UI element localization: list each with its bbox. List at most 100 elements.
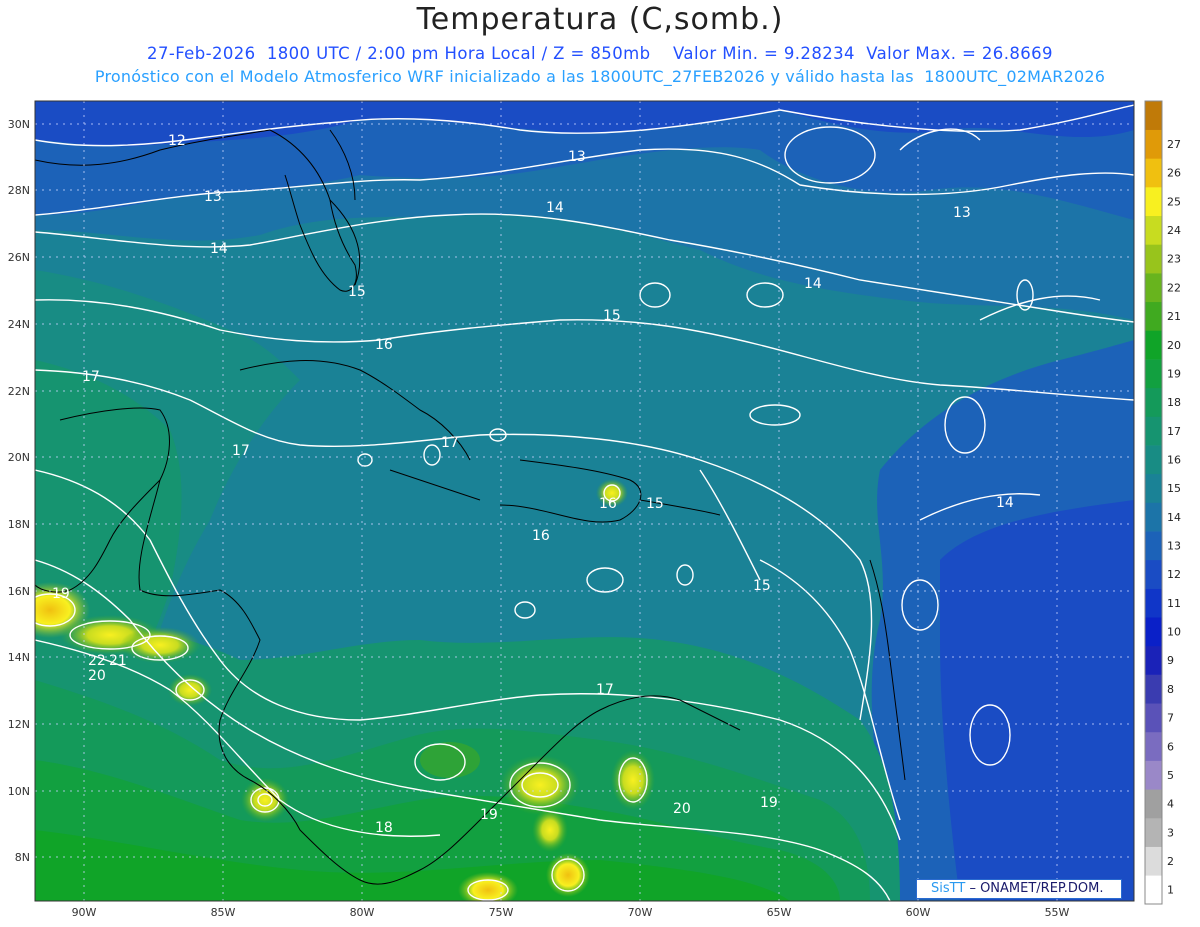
colorbar-label: 19 bbox=[1167, 367, 1181, 380]
colorbar-label: 1 bbox=[1167, 884, 1174, 897]
colorbar: 1234567891011121314151617181920212223242… bbox=[1144, 100, 1181, 905]
colorbar-label: 20 bbox=[1167, 339, 1181, 352]
contour-label: 14 bbox=[804, 276, 822, 292]
lat-ticks: 30N 28N 26N 24N 22N 20N 18N 16N 14N 12N … bbox=[8, 118, 30, 864]
lat-tick: 30N bbox=[8, 118, 30, 131]
lat-tick: 10N bbox=[8, 785, 30, 798]
colorbar-swatch bbox=[1145, 416, 1162, 446]
lon-tick: 80W bbox=[350, 906, 375, 919]
colorbar-swatch bbox=[1145, 559, 1162, 589]
colorbar-swatch bbox=[1145, 588, 1162, 618]
colorbar-swatch bbox=[1145, 502, 1162, 532]
colorbar-label: 14 bbox=[1167, 511, 1181, 524]
colorbar-swatch bbox=[1145, 789, 1162, 819]
contour-label: 17 bbox=[596, 682, 614, 698]
colorbar-swatch bbox=[1145, 158, 1162, 188]
colorbar-swatch bbox=[1145, 846, 1162, 876]
colorbar-label: 16 bbox=[1167, 453, 1181, 466]
colorbar-swatch bbox=[1145, 101, 1162, 130]
lon-ticks: 90W 85W 80W 75W 70W 65W 60W 55W bbox=[72, 906, 1070, 919]
contour-label: 22 bbox=[88, 653, 106, 669]
lat-tick: 24N bbox=[8, 318, 30, 331]
lon-tick: 70W bbox=[628, 906, 653, 919]
colorbar-swatch bbox=[1145, 703, 1162, 733]
colorbar-swatch bbox=[1145, 817, 1162, 847]
lat-tick: 12N bbox=[8, 718, 30, 731]
colorbar-swatch bbox=[1145, 875, 1162, 905]
colorbar-swatch bbox=[1145, 215, 1162, 245]
colorbar-swatch bbox=[1145, 760, 1162, 790]
colorbar-label: 25 bbox=[1167, 195, 1181, 208]
contour-label: 15 bbox=[348, 284, 366, 300]
colorbar-label: 2 bbox=[1167, 855, 1174, 868]
contour-label: 20 bbox=[88, 668, 106, 684]
colorbar-label: 10 bbox=[1167, 626, 1181, 639]
lon-tick: 65W bbox=[767, 906, 792, 919]
colorbar-swatch bbox=[1145, 187, 1162, 217]
lon-tick: 60W bbox=[906, 906, 931, 919]
colorbar-label: 11 bbox=[1167, 597, 1181, 610]
contour-label: 17 bbox=[82, 369, 100, 385]
colorbar-swatch bbox=[1145, 645, 1162, 675]
lat-tick: 28N bbox=[8, 184, 30, 197]
colorbar-swatch bbox=[1145, 674, 1162, 704]
colorbar-label: 15 bbox=[1167, 482, 1181, 495]
lat-tick: 26N bbox=[8, 251, 30, 264]
contour-label: 16 bbox=[599, 496, 617, 512]
contour-label: 18 bbox=[375, 820, 393, 836]
colorbar-label: 8 bbox=[1167, 683, 1174, 696]
contour-label: 17 bbox=[441, 435, 459, 451]
colorbar-label: 6 bbox=[1167, 740, 1174, 753]
contour-label: 16 bbox=[532, 528, 550, 544]
credit-text: – ONAMET/REP.DOM. bbox=[969, 881, 1104, 896]
contour-label: 19 bbox=[480, 807, 498, 823]
contour-label: 19 bbox=[52, 586, 70, 602]
colorbar-label: 17 bbox=[1167, 425, 1181, 438]
contour-label: 16 bbox=[375, 337, 393, 353]
contour-label: 15 bbox=[603, 308, 621, 324]
lat-tick: 16N bbox=[8, 585, 30, 598]
contour-label: 13 bbox=[204, 189, 222, 205]
colorbar-swatch bbox=[1145, 129, 1162, 159]
colorbar-label: 21 bbox=[1167, 310, 1181, 323]
colorbar-swatch bbox=[1145, 330, 1162, 360]
colorbar-label: 5 bbox=[1167, 769, 1174, 782]
contour-label: 19 bbox=[760, 795, 778, 811]
lat-tick: 14N bbox=[8, 651, 30, 664]
contour-label: 14 bbox=[546, 200, 564, 216]
lon-tick: 90W bbox=[72, 906, 97, 919]
colorbar-swatch bbox=[1145, 445, 1162, 475]
lat-tick: 20N bbox=[8, 451, 30, 464]
colorbar-swatch bbox=[1145, 531, 1162, 561]
contour-label: 14 bbox=[210, 241, 228, 257]
colorbar-label: 23 bbox=[1167, 253, 1181, 266]
colorbar-swatch bbox=[1145, 301, 1162, 331]
colorbar-label: 27 bbox=[1167, 138, 1181, 151]
contour-label: 17 bbox=[232, 443, 250, 459]
colorbar-label: 4 bbox=[1167, 798, 1174, 811]
lon-tick: 75W bbox=[489, 906, 514, 919]
contour-label: 14 bbox=[996, 495, 1014, 511]
colorbar-label: 24 bbox=[1167, 224, 1181, 237]
colorbar-label: 22 bbox=[1167, 281, 1181, 294]
contour-label: 12 bbox=[168, 133, 186, 149]
colorbar-label: 7 bbox=[1167, 712, 1174, 725]
colorbar-label: 12 bbox=[1167, 568, 1181, 581]
sistt-logo: SisTT bbox=[931, 881, 966, 896]
contour-label: 13 bbox=[568, 149, 586, 165]
contour-label: 15 bbox=[753, 578, 771, 594]
colorbar-swatch bbox=[1145, 244, 1162, 274]
contour-label: 20 bbox=[673, 801, 691, 817]
colorbar-swatch bbox=[1145, 731, 1162, 761]
colorbar-label: 9 bbox=[1167, 654, 1174, 667]
colorbar-swatch bbox=[1145, 473, 1162, 503]
colorbar-swatch bbox=[1145, 387, 1162, 417]
contour-label: 21 bbox=[109, 653, 127, 669]
lat-tick: 8N bbox=[15, 851, 30, 864]
colorbar-label: 3 bbox=[1167, 826, 1174, 839]
temperature-map: 30N 28N 26N 24N 22N 20N 18N 16N 14N 12N … bbox=[8, 100, 1181, 919]
colorbar-swatch bbox=[1145, 273, 1162, 303]
credit-box: SisTT – ONAMET/REP.DOM. bbox=[916, 879, 1122, 899]
shaded-field bbox=[35, 101, 1134, 901]
colorbar-label: 26 bbox=[1167, 167, 1181, 180]
